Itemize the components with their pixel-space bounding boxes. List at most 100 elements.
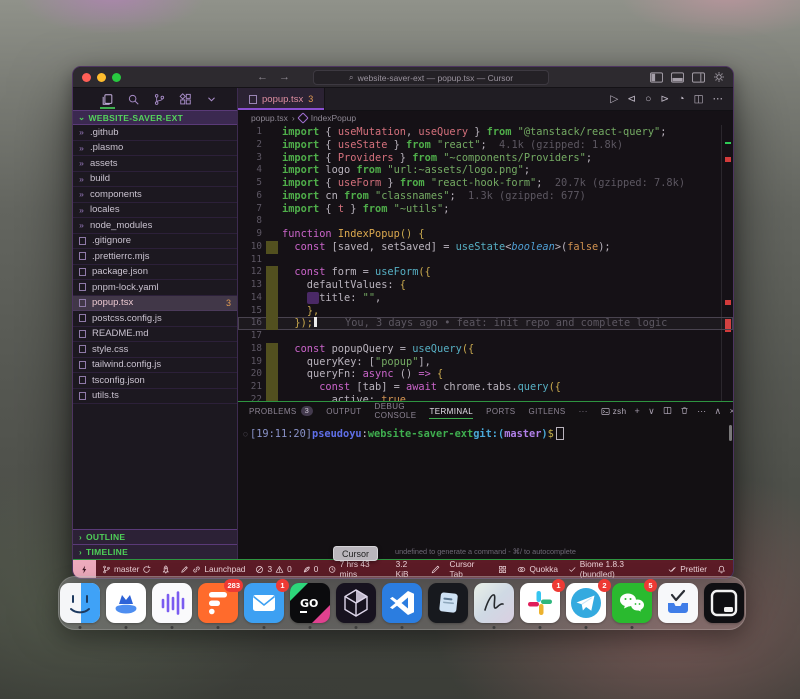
code-line-1[interactable]: 1import { useMutation, useQuery } from "… (238, 126, 733, 139)
new-terminal-button[interactable]: + (634, 406, 640, 416)
dock-icon-finder[interactable] (60, 583, 100, 623)
tree-item--github[interactable]: ».github (73, 125, 237, 141)
code-line-20[interactable]: 20 queryFn: async () => { (238, 368, 733, 381)
code-line-9[interactable]: 9function IndexPopup() { (238, 228, 733, 241)
dock-icon-mail[interactable]: 1 (244, 583, 284, 623)
dock-icon-telegram[interactable]: 2 (566, 583, 606, 623)
split-editor-icon[interactable]: ◫ (694, 93, 704, 105)
code-line-17[interactable]: 17 (238, 330, 733, 343)
tree-item-tsconfig-json[interactable]: tsconfig.json (73, 373, 237, 389)
settings-gear-icon[interactable] (713, 71, 725, 83)
tree-item-package-json[interactable]: package.json (73, 265, 237, 281)
tree-item-assets[interactable]: »assets (73, 156, 237, 172)
tree-item-build[interactable]: »build (73, 172, 237, 188)
forward-icon[interactable]: → (279, 68, 290, 86)
toggle-panel-icon[interactable] (671, 72, 684, 83)
dock-icon-ai-app[interactable] (474, 583, 514, 623)
dock-icon-cursor[interactable] (336, 583, 376, 623)
tree-item-popup-tsx[interactable]: popup.tsx3 (73, 296, 237, 312)
dock-icon-fox-app[interactable] (106, 583, 146, 623)
code-line-21[interactable]: 21 const [tab] = await chrome.tabs.query… (238, 381, 733, 394)
tree-item-locales[interactable]: »locales (73, 203, 237, 219)
command-center[interactable]: ⌕ website-saver-ext — popup.tsx — Cursor (313, 70, 549, 85)
dock-icon-frame-app[interactable] (704, 583, 744, 623)
code-line-13[interactable]: 13 defaultValues: { (238, 279, 733, 292)
toggle-secondary-sidebar-icon[interactable] (692, 72, 705, 83)
dock-icon-things[interactable] (658, 583, 698, 623)
dock-icon-slack[interactable]: 1 (520, 583, 560, 623)
tree-item-readme-md[interactable]: README.md (73, 327, 237, 343)
tree-item-style-css[interactable]: style.css (73, 342, 237, 358)
code-line-7[interactable]: 7import { t } from "~utils"; (238, 203, 733, 216)
tree-item-components[interactable]: »components (73, 187, 237, 203)
more-actions-button[interactable]: ⋯ (697, 406, 706, 417)
step-back-icon[interactable]: ⊲ (627, 93, 636, 105)
search-icon[interactable] (127, 88, 140, 110)
record-icon[interactable]: ○ (645, 93, 651, 105)
timeline-section-header[interactable]: › TIMELINE (73, 544, 237, 559)
dock-icon-vscode[interactable] (382, 583, 422, 623)
tree-item--prettierrc-mjs[interactable]: .prettierrc.mjs (73, 249, 237, 265)
step-forward-icon[interactable]: ⊳ (660, 93, 669, 105)
zoom-window-button[interactable] (112, 73, 121, 82)
back-icon[interactable]: ← (257, 68, 268, 86)
dock-icon-wechat[interactable]: 5 (612, 583, 652, 623)
tree-item-pnpm-lock-yaml[interactable]: pnpm-lock.yaml (73, 280, 237, 296)
dock-icon-calendar-app[interactable] (428, 583, 468, 623)
breadcrumb[interactable]: popup.tsx › IndexPopup (238, 111, 733, 125)
code-line-6[interactable]: 6import cn from "classnames"; 1.3k (gzip… (238, 190, 733, 203)
terminal-shell-chip[interactable]: zsh (601, 407, 627, 416)
panel-tab-terminal[interactable]: TERMINAL (429, 402, 473, 420)
code-line-15[interactable]: 15 }, (238, 305, 733, 318)
panel-tab-ports[interactable]: PORTS (486, 402, 515, 420)
tab-popup-tsx[interactable]: popup.tsx 3 (238, 88, 325, 110)
close-panel-button[interactable]: × (730, 406, 735, 416)
tree-item--gitignore[interactable]: .gitignore (73, 234, 237, 250)
profile-icon[interactable]: ◔ (678, 93, 684, 105)
more-actions-icon[interactable]: ⋯ (713, 93, 724, 105)
tree-item-postcss-config-js[interactable]: postcss.config.js (73, 311, 237, 327)
split-terminal-button[interactable] (663, 406, 672, 417)
tree-item-node-modules[interactable]: »node_modules (73, 218, 237, 234)
code-line-11[interactable]: 11 (238, 254, 733, 267)
dock-icon-goland[interactable]: GO (290, 583, 330, 623)
panel-tab-debug-console[interactable]: DEBUG CONSOLE (375, 402, 417, 420)
extensions-icon[interactable] (179, 88, 192, 110)
tree-item--plasmo[interactable]: ».plasmo (73, 141, 237, 157)
panel-tab-output[interactable]: OUTPUT (326, 402, 361, 420)
panel-tab-problems[interactable]: PROBLEMS3 (249, 402, 313, 420)
terminal-scrollbar[interactable] (729, 425, 732, 441)
code-line-22[interactable]: 22 active: true, (238, 394, 733, 401)
outline-section-header[interactable]: › OUTLINE (73, 529, 237, 544)
minimize-window-button[interactable] (97, 73, 106, 82)
code-line-10[interactable]: 10 const [saved, setSaved] = useState<bo… (238, 241, 733, 254)
code-editor[interactable]: 1import { useMutation, useQuery } from "… (238, 125, 733, 401)
explorer-icon[interactable] (101, 88, 114, 110)
code-line-5[interactable]: 5import { useForm } from "react-hook-for… (238, 177, 733, 190)
code-line-2[interactable]: 2import { useState } from "react"; 4.1k … (238, 139, 733, 152)
code-line-14[interactable]: 14 title: "", (238, 292, 733, 305)
code-line-16[interactable]: 16 });You, 3 days ago • feat: init repo … (238, 317, 733, 330)
maximize-panel-button[interactable]: ∧ (715, 406, 722, 417)
breadcrumb-symbol[interactable]: IndexPopup (311, 113, 356, 123)
kill-terminal-button[interactable] (680, 406, 689, 417)
tree-item-utils-ts[interactable]: utils.ts (73, 389, 237, 405)
code-line-12[interactable]: 12 const form = useForm({ (238, 266, 733, 279)
terminal-dropdown[interactable]: ∨ (648, 406, 655, 417)
code-line-19[interactable]: 19 queryKey: ["popup"], (238, 356, 733, 369)
toggle-primary-sidebar-icon[interactable] (650, 72, 663, 83)
explorer-project-header[interactable]: ⌄ WEBSITE-SAVER-EXT (73, 110, 237, 125)
breadcrumb-file[interactable]: popup.tsx (251, 113, 288, 123)
code-line-18[interactable]: 18 const popupQuery = useQuery({ (238, 343, 733, 356)
terminal[interactable]: ○[19:11:20] pseudoyu:website-saver-ext g… (238, 420, 733, 559)
dock-icon-reader-app[interactable]: 283 (198, 583, 238, 623)
close-window-button[interactable] (82, 73, 91, 82)
source-control-icon[interactable] (153, 88, 166, 110)
more-views-chevron-icon[interactable] (205, 88, 218, 110)
panel-tab--[interactable]: ··· (579, 402, 588, 420)
code-line-3[interactable]: 3import { Providers } from "~components/… (238, 152, 733, 165)
dock-icon-waveform-app[interactable] (152, 583, 192, 623)
code-line-4[interactable]: 4import logo from "url:~assets/logo.png"… (238, 164, 733, 177)
panel-tab-gitlens[interactable]: GITLENS (529, 402, 566, 420)
tree-item-tailwind-config-js[interactable]: tailwind.config.js (73, 358, 237, 374)
